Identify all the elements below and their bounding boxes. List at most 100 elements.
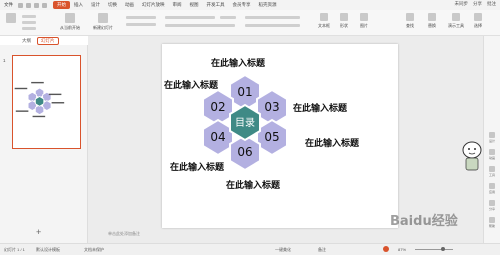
tab-outline[interactable]: 大纲	[22, 38, 31, 44]
design-icon	[489, 132, 495, 138]
file-menu[interactable]: 文件	[4, 2, 13, 8]
theme-name[interactable]: 默认设计模板	[36, 247, 60, 253]
share-icon	[489, 200, 495, 206]
tab-member[interactable]: 会员专享	[229, 1, 255, 9]
tab-docer[interactable]: 稻壳资源	[255, 1, 281, 9]
tab-review[interactable]: 审阅	[169, 1, 186, 9]
zoom-level[interactable]: 87%	[398, 247, 406, 252]
undo-icon[interactable]	[26, 2, 31, 8]
textbox-button[interactable]: 文本框	[318, 13, 330, 29]
textbox-label: 文本框	[318, 23, 330, 28]
tools-icon	[452, 13, 460, 21]
pane-design[interactable]: 设计	[487, 132, 497, 143]
search-icon	[406, 13, 414, 21]
hex-04-label: 04	[210, 130, 225, 144]
add-slide-button[interactable]: +	[36, 227, 41, 237]
play-icon	[65, 13, 75, 23]
quick-access-toolbar	[18, 2, 47, 8]
backup-status[interactable]: 文档未保护	[84, 247, 104, 253]
pane-tools[interactable]: 工具	[487, 166, 497, 177]
wrench-icon	[489, 166, 495, 172]
new-slide-icon	[98, 13, 108, 23]
paste-button[interactable]	[6, 13, 16, 25]
title-text-1[interactable]: 在此输入标题	[211, 57, 266, 69]
title-text-2[interactable]: 在此输入标题	[164, 79, 219, 91]
notes-placeholder[interactable]: 单击此处添加备注	[108, 231, 140, 237]
slide-number: 1	[3, 58, 6, 63]
title-text-5[interactable]: 在此输入标题	[170, 161, 225, 173]
font-size-select[interactable]	[220, 16, 236, 19]
from-current-button[interactable]: 从当前开始	[60, 13, 80, 31]
play-slideshow-button[interactable]	[383, 246, 389, 252]
hex-05-label: 05	[264, 130, 279, 144]
font-family-select[interactable]	[165, 16, 215, 19]
slide-thumbnail[interactable]	[12, 55, 81, 149]
status-bar: 幻灯片 1 / 1 默认设计模板 文档未保护 一键美化 备注 87%	[0, 243, 500, 255]
share-button[interactable]: 分享	[473, 1, 482, 7]
print-icon[interactable]	[42, 2, 47, 8]
hex-03-label: 03	[264, 100, 279, 114]
copy-button[interactable]	[22, 21, 36, 24]
tab-slideshow[interactable]: 幻灯片放映	[138, 1, 169, 9]
zoom-slider[interactable]	[415, 249, 453, 250]
hex-center-label: 目录	[235, 117, 255, 129]
cursor-icon	[474, 13, 482, 21]
zoom-slider-handle[interactable]	[441, 247, 445, 251]
picture-button[interactable]: 图片	[360, 13, 368, 29]
hex-02-label: 02	[210, 100, 225, 114]
tab-insert[interactable]: 插入	[70, 1, 87, 9]
menu-bar: 文件 开始 插入 设计 切换 动画 幻灯片放映 审阅 视图 开发工具 会员专享 …	[0, 0, 500, 10]
slide-canvas[interactable]: 01 02 03 04 05 06 目录 在此输入标题 在此输入标题 在此输入标…	[162, 44, 398, 228]
tab-view[interactable]: 视图	[186, 1, 203, 9]
beautify-button[interactable]: 一键美化	[275, 247, 291, 253]
thumbnail-preview	[14, 81, 65, 118]
tab-slides[interactable]: 幻灯片	[37, 36, 59, 45]
tab-transition[interactable]: 切换	[104, 1, 121, 9]
find-button[interactable]: 查找	[406, 13, 414, 29]
presentation-tools-button[interactable]: 演示工具	[448, 13, 464, 29]
shape-button[interactable]: 形状	[340, 13, 348, 29]
presentation-app-window: 文件 开始 插入 设计 切换 动画 幻灯片放映 审阅 视图 开发工具 会员专享 …	[0, 0, 500, 255]
pane-apps[interactable]: 应用	[487, 183, 497, 194]
pane-help[interactable]: 帮助	[487, 217, 497, 228]
right-task-pane: 设计 动画 工具 应用 分享 帮助	[483, 36, 500, 243]
from-current-label: 从当前开始	[60, 25, 80, 30]
save-icon[interactable]	[18, 2, 23, 8]
sync-status[interactable]: 未同步	[455, 1, 469, 7]
comment-button[interactable]: 批注	[487, 1, 496, 7]
apps-icon	[489, 183, 495, 189]
tab-developer[interactable]: 开发工具	[203, 1, 229, 9]
redo-icon[interactable]	[34, 2, 39, 8]
new-slide-label: 新建幻灯片	[93, 25, 113, 30]
tab-design[interactable]: 设计	[87, 1, 104, 9]
reset-button[interactable]	[126, 23, 156, 26]
pane-share[interactable]: 分享	[487, 200, 497, 211]
hex-06-label: 06	[237, 145, 252, 159]
layout-dropdown[interactable]	[126, 16, 156, 19]
tab-animation[interactable]: 动画	[121, 1, 138, 9]
replace-button[interactable]: 替换	[428, 13, 436, 29]
animation-icon	[489, 149, 495, 155]
new-slide-button[interactable]: 新建幻灯片	[93, 13, 113, 31]
ribbon-toolbar: 从当前开始 新建幻灯片 文本框 形状 图片 查找 替换 演示工具 选择	[0, 10, 500, 36]
notes-toggle[interactable]: 备注	[318, 247, 326, 253]
alignment-group[interactable]	[245, 24, 300, 27]
font-style-group[interactable]	[165, 24, 235, 27]
pane-help-label: 帮助	[488, 224, 495, 228]
pane-animation[interactable]: 动画	[487, 149, 497, 160]
title-text-4[interactable]: 在此输入标题	[305, 137, 360, 149]
format-painter-button[interactable]	[22, 27, 36, 30]
ribbon-tabs: 开始 插入 设计 切换 动画 幻灯片放映 审阅 视图 开发工具 会员专享 稻壳资…	[53, 1, 281, 9]
slide-info: 幻灯片 1 / 1	[4, 247, 25, 252]
help-icon	[489, 217, 495, 223]
tab-home[interactable]: 开始	[53, 1, 70, 9]
select-button[interactable]: 选择	[474, 13, 482, 29]
paragraph-group[interactable]	[245, 16, 300, 19]
title-text-3[interactable]: 在此输入标题	[293, 102, 348, 114]
select-label: 选择	[474, 23, 482, 28]
title-text-6[interactable]: 在此输入标题	[226, 179, 281, 191]
cut-button[interactable]	[22, 15, 36, 18]
shape-label: 形状	[340, 23, 348, 28]
menu-right-group: 未同步 分享 批注	[455, 1, 497, 7]
watermark: Baidu经验	[390, 214, 458, 229]
